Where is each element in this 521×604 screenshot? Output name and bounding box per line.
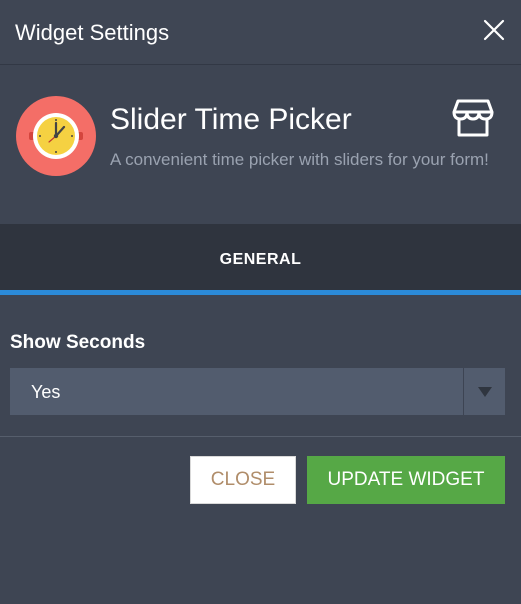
show-seconds-label: Show Seconds: [10, 332, 146, 353]
update-widget-button[interactable]: UPDATE WIDGET: [307, 456, 505, 504]
chevron-down-icon[interactable]: [478, 387, 492, 397]
dialog-title: Widget Settings: [15, 20, 170, 45]
widget-name: Slider Time Picker: [110, 103, 352, 136]
tab-bar: GENERAL: [0, 224, 521, 291]
tab-general[interactable]: GENERAL: [0, 224, 521, 291]
clock-icon: [16, 96, 96, 176]
active-tab-indicator: [0, 290, 521, 295]
widget-settings-dialog: Widget Settings Slider Time Picker A con…: [0, 0, 521, 604]
store-icon[interactable]: [452, 98, 494, 138]
close-icon[interactable]: [483, 19, 505, 41]
close-button[interactable]: CLOSE: [190, 456, 296, 504]
widget-description: A convenient time picker with sliders fo…: [110, 150, 489, 169]
widget-header: Slider Time Picker A convenient time pic…: [0, 65, 521, 224]
title-bar: Widget Settings: [0, 0, 521, 65]
divider: [0, 436, 521, 437]
select-divider: [463, 368, 464, 415]
show-seconds-select[interactable]: Yes: [10, 368, 505, 415]
show-seconds-value: Yes: [31, 382, 61, 402]
